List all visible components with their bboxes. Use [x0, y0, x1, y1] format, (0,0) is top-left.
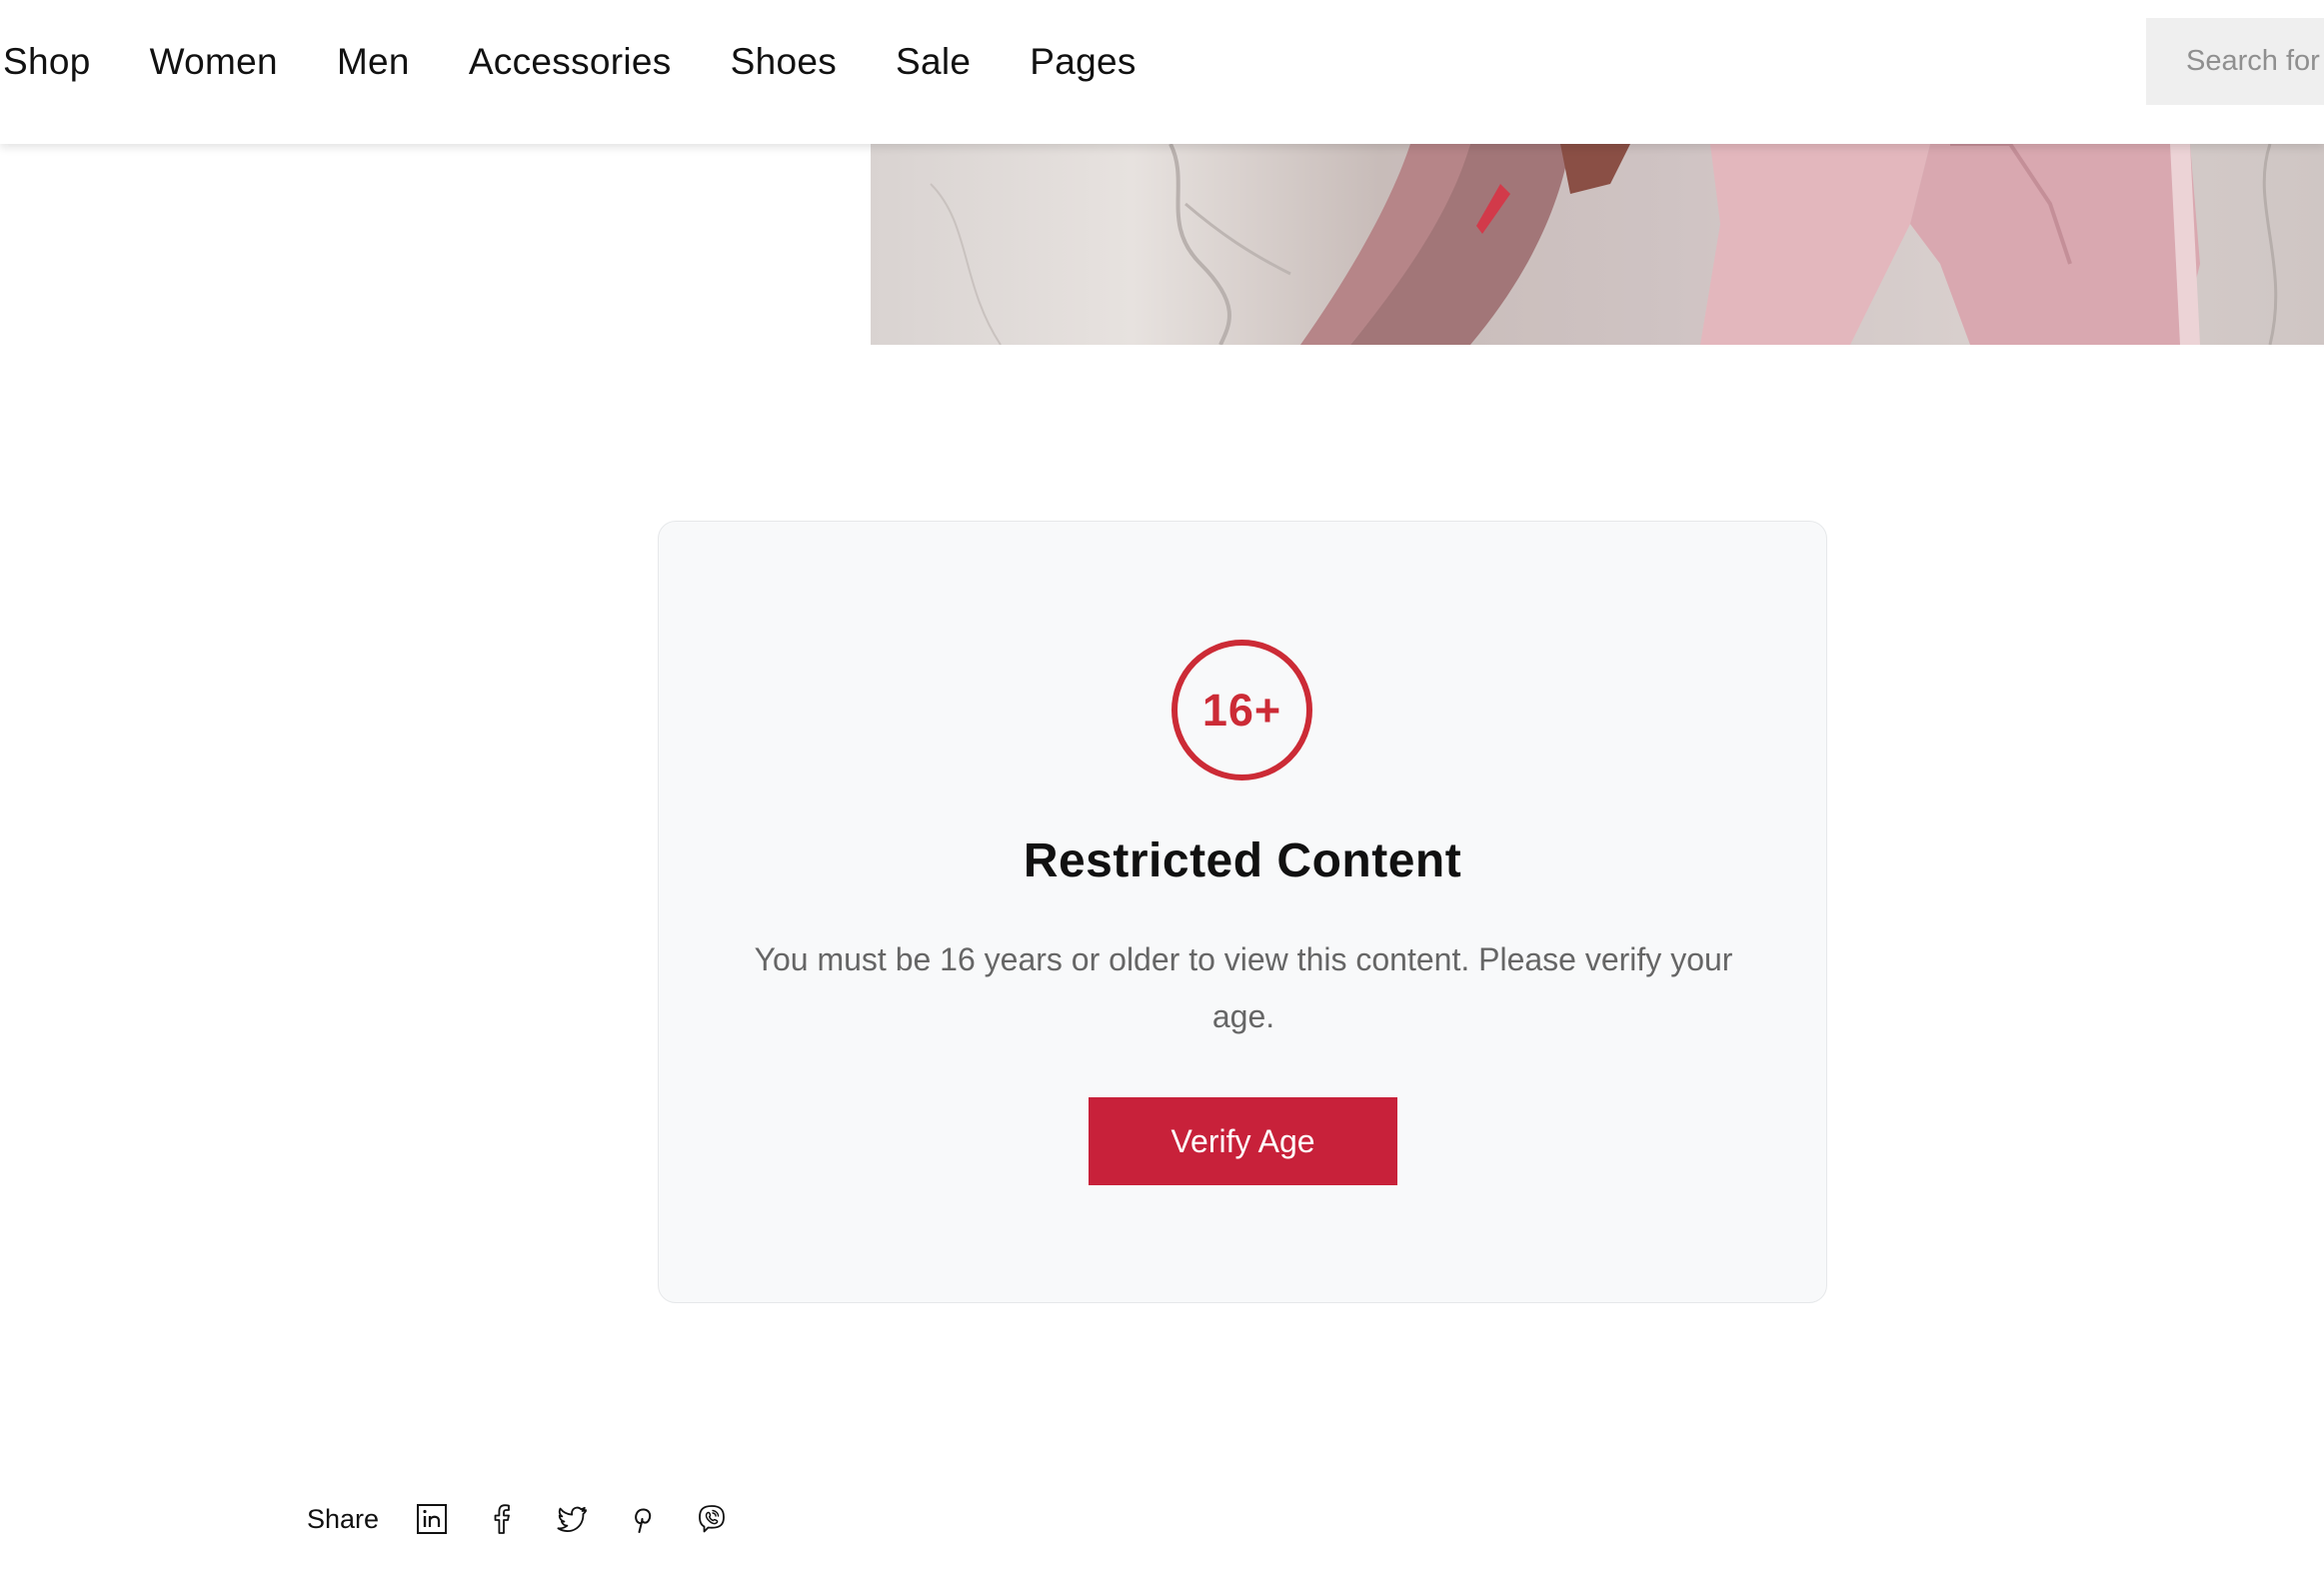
- restricted-title: Restricted Content: [1023, 834, 1462, 887]
- nav-item-women[interactable]: Women: [150, 41, 278, 83]
- twitter-icon[interactable]: [555, 1502, 589, 1536]
- page: Shop Women Men Accessories Shoes Sale Pa…: [0, 0, 2324, 1571]
- nav-item-shoes[interactable]: Shoes: [731, 41, 837, 83]
- pinterest-icon[interactable]: [625, 1502, 659, 1536]
- nav-item-sale[interactable]: Sale: [896, 41, 971, 83]
- age-restriction-badge: 16+: [1171, 640, 1312, 781]
- hero-product-image: [871, 144, 2324, 345]
- restricted-message: You must be 16 years or older to view th…: [754, 941, 1733, 1034]
- nav-item-men[interactable]: Men: [337, 41, 410, 83]
- restricted-content-card: 16+ Restricted Content You must be 16 ye…: [658, 521, 1827, 1303]
- verify-age-button[interactable]: Verify Age: [1089, 1097, 1397, 1185]
- share-bar: Share: [307, 1494, 765, 1544]
- search-input[interactable]: [2146, 18, 2324, 105]
- nav-item-pages[interactable]: Pages: [1030, 41, 1136, 83]
- main-nav: Shop Women Men Accessories Shoes Sale Pa…: [0, 0, 1195, 124]
- share-label: Share: [307, 1503, 380, 1534]
- linkedin-icon[interactable]: [415, 1502, 449, 1536]
- site-header: Shop Women Men Accessories Shoes Sale Pa…: [0, 0, 2324, 144]
- viber-icon[interactable]: [695, 1502, 729, 1536]
- nav-item-accessories[interactable]: Accessories: [469, 41, 672, 83]
- nav-item-shop[interactable]: Shop: [3, 41, 91, 83]
- facebook-icon[interactable]: [485, 1502, 519, 1536]
